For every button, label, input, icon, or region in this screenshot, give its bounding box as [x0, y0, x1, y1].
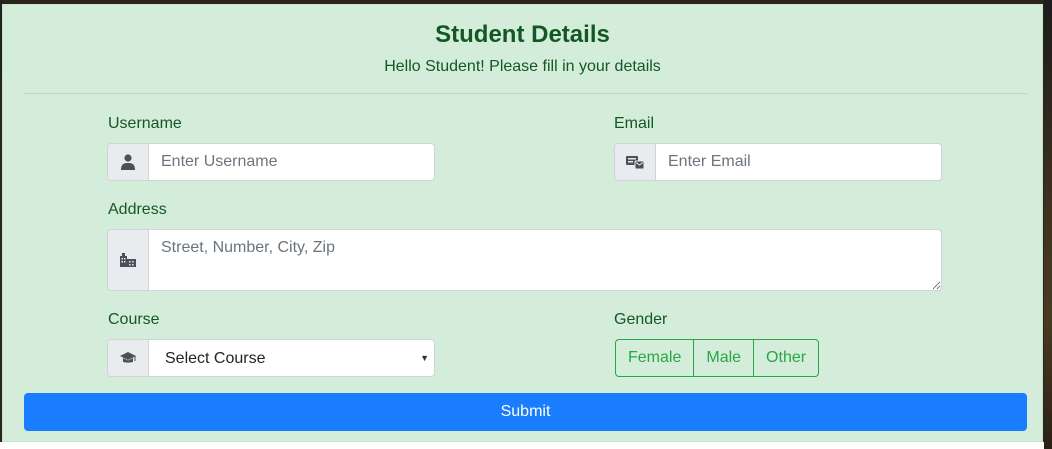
gender-male-button[interactable]: Male: [693, 339, 755, 377]
mail-icon: [614, 143, 655, 181]
page-subtitle: Hello Student! Please fill in your detai…: [384, 58, 661, 75]
gender-female-button[interactable]: Female: [615, 339, 695, 377]
username-group: [107, 143, 435, 181]
email-input[interactable]: [655, 143, 942, 181]
course-group: Select Course ▼: [107, 339, 435, 377]
building-icon: [107, 229, 148, 291]
user-icon: [107, 143, 148, 181]
address-textarea[interactable]: [148, 229, 942, 291]
background-strip: [0, 442, 1044, 449]
email-label: Email: [614, 115, 655, 132]
graduation-cap-icon: [107, 339, 148, 377]
course-label: Course: [108, 311, 160, 328]
email-group: [614, 143, 942, 181]
divider: [24, 93, 1028, 94]
address-group: [107, 229, 942, 291]
address-label: Address: [108, 201, 167, 218]
username-label: Username: [108, 115, 182, 132]
background-edge-right: [1044, 0, 1052, 449]
course-select[interactable]: Select Course: [148, 339, 435, 377]
gender-other-button[interactable]: Other: [753, 339, 820, 377]
student-form-card: Student Details Hello Student! Please fi…: [2, 4, 1043, 442]
gender-label: Gender: [614, 311, 668, 328]
course-select-wrapper: Select Course ▼: [148, 339, 435, 377]
page-title: Student Details: [435, 21, 610, 48]
submit-button[interactable]: Submit: [24, 393, 1027, 431]
username-input[interactable]: [148, 143, 435, 181]
gender-button-group: Female Male Other: [615, 339, 820, 377]
